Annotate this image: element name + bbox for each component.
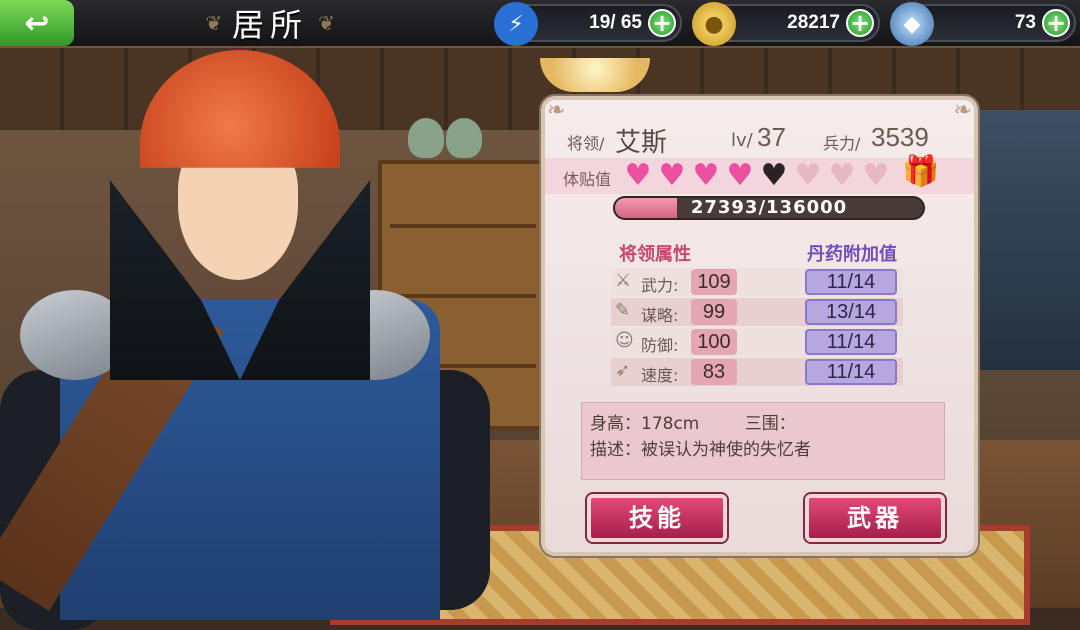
lightning-icon: ⚡ (494, 2, 538, 46)
heart-filled-icon: ♥ (692, 158, 720, 193)
resource-stamina: ⚡ 19/ 65 + (494, 2, 682, 46)
stamina-value: 19/ 65 (589, 12, 642, 33)
height-value: 178cm (641, 414, 700, 434)
affection-progress-bar: 27393/136000 (613, 196, 925, 220)
name-label: 将领/ (567, 134, 605, 153)
troops-label: 兵力/ (823, 134, 861, 153)
attribute-row-strategy: ✎ 谋略: 99 13/14 (611, 298, 903, 326)
height-label: 身高： (590, 414, 641, 434)
heart-empty-icon: ♥ (862, 158, 890, 193)
ornament-icon: ❦ (318, 11, 335, 35)
attribute-value: 99 (691, 299, 737, 325)
title-plate: ❦ 居所 ❦ (80, 0, 460, 46)
corner-ornament-icon: ❧ (547, 98, 566, 123)
top-bar: ↩ ❦ 居所 ❦ ⚡ 19/ 65 + ● 28217 + ◆ 73 + (0, 0, 1080, 48)
ornament-icon: ❦ (205, 11, 222, 35)
attribute-bonus: 11/14 (805, 269, 897, 295)
profile-box: 身高：178cm 三围： 描述：被误认为神使的失忆者 (581, 402, 945, 480)
general-info-panel: ❧ ❧ 将领/ 艾斯 lv/ 37 兵力/ 3539 体贴值 ♥ ♥ ♥ ♥ ♥ ♥ ♥ ♥ … (541, 96, 978, 556)
attribute-bonus: 11/14 (805, 329, 897, 355)
measurements-label: 三围： (744, 414, 796, 434)
general-name: 艾斯 (615, 128, 668, 158)
affection-row: 体贴值 ♥ ♥ ♥ ♥ ♥ ♥ ♥ ♥ 🎁 (545, 154, 974, 194)
gold-value: 28217 (787, 12, 840, 33)
description-label: 描述： (590, 440, 641, 460)
heart-empty-icon: ♥ (794, 158, 822, 193)
name-row: 将领/ 艾斯 lv/ 37 兵力/ 3539 (567, 122, 957, 158)
heart-filled-icon: ♥ (726, 158, 754, 193)
resource-gem: ◆ 73 + (890, 2, 1076, 46)
attribute-value: 83 (691, 359, 737, 385)
back-arrow-icon: ↩ (24, 5, 50, 41)
heart-filled-icon: ♥ (624, 158, 652, 193)
character-portrait (0, 40, 520, 630)
attribute-name: 武力: (641, 276, 679, 295)
description-text: 被误认为神使的失忆者 (641, 440, 811, 460)
attribute-bonus: 13/14 (805, 299, 897, 325)
ceiling-lamp (540, 58, 650, 92)
mask-icon: ☺ (615, 330, 634, 351)
bonus-header: 丹药附加值 (807, 244, 897, 265)
troops-value: 3539 (871, 122, 929, 152)
attribute-row-force: ⚔ 武力: 109 11/14 (611, 268, 903, 296)
level-label: lv/ (731, 130, 753, 151)
back-button[interactable]: ↩ (0, 0, 74, 46)
affection-label: 体贴值 (563, 170, 612, 189)
window (980, 110, 1080, 370)
weapon-button[interactable]: 武器 (805, 494, 945, 542)
gift-box-icon[interactable]: 🎁 (901, 154, 941, 194)
add-stamina-button[interactable]: + (648, 9, 676, 37)
skills-button[interactable]: 技能 (587, 494, 727, 542)
sword-icon: ⚔ (615, 270, 632, 291)
attribute-name: 谋略: (641, 306, 679, 325)
page-title: 居所 (231, 6, 308, 44)
heart-dark-icon: ♥ (760, 158, 788, 193)
crystal-icon: ◆ (890, 2, 934, 46)
resource-gold: ● 28217 + (692, 2, 880, 46)
add-gem-button[interactable]: + (1042, 9, 1070, 37)
corner-ornament-icon: ❧ (953, 98, 972, 123)
scroll-icon: ✎ (615, 300, 631, 321)
attribute-name: 防御: (641, 336, 679, 355)
level-value: 37 (757, 122, 786, 152)
add-gold-button[interactable]: + (846, 9, 874, 37)
attributes-header: 将领属性 (619, 244, 691, 265)
attribute-name: 速度: (641, 366, 679, 385)
attribute-bonus: 11/14 (805, 359, 897, 385)
boot-icon: ➶ (615, 360, 631, 381)
heart-empty-icon: ♥ (828, 158, 856, 193)
attribute-value: 100 (691, 329, 737, 355)
affection-progress-text: 27393/136000 (690, 197, 848, 218)
attribute-row-defense: ☺ 防御: 100 11/14 (611, 328, 903, 356)
attribute-value: 109 (691, 269, 737, 295)
gem-value: 73 (1014, 12, 1036, 33)
coin-icon: ● (692, 2, 736, 46)
heart-filled-icon: ♥ (658, 158, 686, 193)
attribute-row-speed: ➶ 速度: 83 11/14 (611, 358, 903, 386)
